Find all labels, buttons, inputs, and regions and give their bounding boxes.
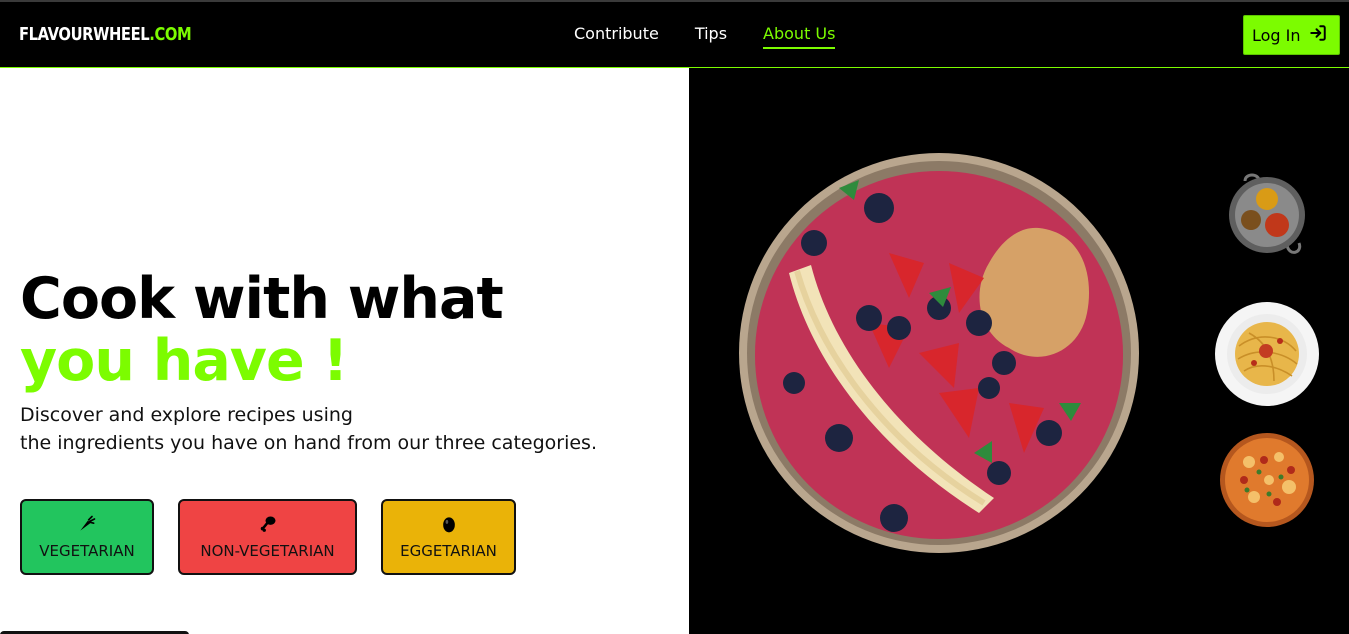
vegetarian-button[interactable]: VEGETARIAN bbox=[20, 499, 154, 575]
login-button[interactable]: Log In bbox=[1243, 15, 1340, 55]
nav-link-about-us[interactable]: About Us bbox=[763, 24, 836, 49]
nav-link-contribute[interactable]: Contribute bbox=[574, 24, 659, 49]
subtext-line2: the ingredients you have on hand from ou… bbox=[20, 432, 597, 454]
hero-content: Cook with what you have ! Discover and e… bbox=[0, 68, 689, 634]
vegetarian-label: VEGETARIAN bbox=[39, 542, 135, 560]
drumstick-icon bbox=[258, 514, 278, 542]
hero-subtext: Discover and explore recipes using the i… bbox=[20, 401, 680, 457]
spaghetti-plate-image[interactable] bbox=[1214, 301, 1320, 407]
login-label: Log In bbox=[1252, 25, 1301, 45]
nav-links: Contribute Tips About Us bbox=[574, 24, 871, 49]
headline-line2: you have ! bbox=[20, 328, 348, 394]
non-vegetarian-button[interactable]: NON-VEGETARIAN bbox=[178, 499, 357, 575]
pizza-image[interactable] bbox=[1219, 432, 1315, 528]
hero-headline: Cook with what you have ! bbox=[20, 266, 504, 394]
eggetarian-label: EGGETARIAN bbox=[400, 542, 497, 560]
spices-pan-image[interactable] bbox=[1225, 173, 1309, 257]
subtext-line1: Discover and explore recipes using bbox=[20, 404, 353, 426]
egg-icon bbox=[439, 514, 459, 542]
smoothie-bowl-image bbox=[739, 153, 1139, 553]
eggetarian-button[interactable]: EGGETARIAN bbox=[381, 499, 516, 575]
hero-image-panel bbox=[689, 68, 1349, 634]
sign-in-icon bbox=[1309, 24, 1327, 46]
logo-main: FLAVOURWHEEL bbox=[19, 24, 150, 45]
headline-line1: Cook with what bbox=[20, 266, 504, 332]
nav-link-tips[interactable]: Tips bbox=[695, 24, 727, 49]
non-vegetarian-label: NON-VEGETARIAN bbox=[200, 542, 335, 560]
logo-accent: .COM bbox=[149, 24, 192, 45]
navbar: FLAVOURWHEEL.COM Contribute Tips About U… bbox=[0, 0, 1349, 68]
site-logo[interactable]: FLAVOURWHEEL.COM bbox=[19, 24, 192, 45]
carrot-icon bbox=[77, 514, 97, 542]
